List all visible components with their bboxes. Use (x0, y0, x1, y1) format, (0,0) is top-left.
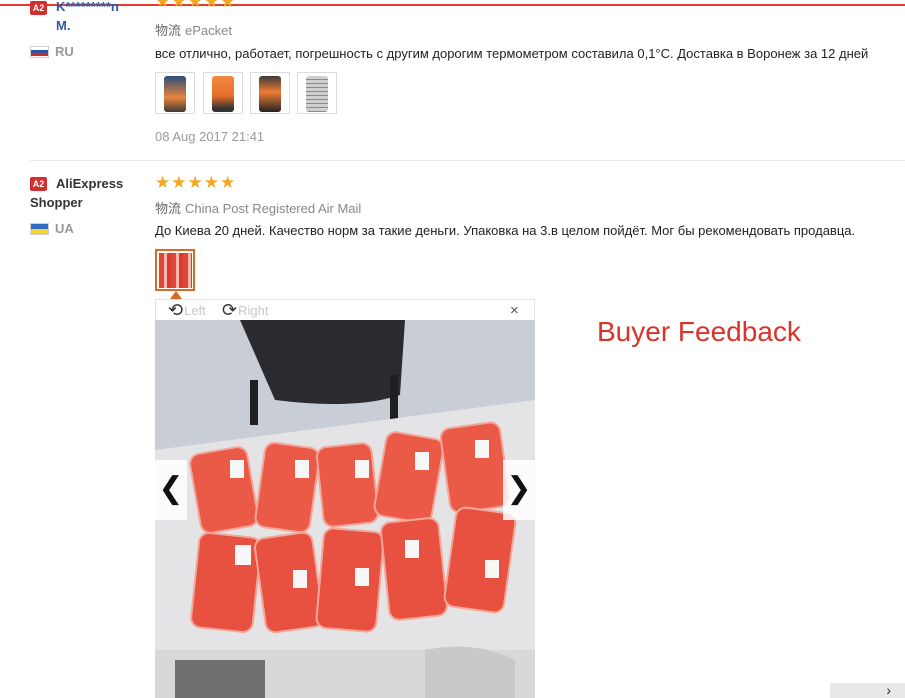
rotate-left-icon: ⟲ (168, 300, 184, 320)
packages-photo-illustration (155, 320, 535, 698)
selected-thumb-pointer (170, 291, 182, 299)
ukraine-flag-icon (30, 222, 49, 235)
review-photo-thumb-1[interactable] (155, 72, 195, 114)
rating-stars-1: ★★★★★ (155, 0, 237, 11)
review-date-1: 08 Aug 2017 21:41 (155, 129, 265, 144)
image-viewer-toolbar: ⟲ Left ⟳ Right (155, 299, 535, 320)
review-divider (30, 160, 905, 161)
buyer-name-line1: AliExpress (56, 176, 124, 191)
review-text-2: До Киева 20 дней. Качество норм за такие… (155, 223, 856, 238)
buyer-level-badge: A2 (30, 1, 47, 15)
shipping-label: 物流 (155, 23, 182, 38)
prev-photo-button[interactable]: ❮ (155, 460, 187, 520)
shipping-info-1: 物流 ePacket (155, 20, 232, 39)
review-photo-thumb-selected[interactable] (155, 249, 195, 291)
country-code: UA (55, 221, 74, 236)
russia-flag-icon (30, 45, 49, 58)
country-code: RU (55, 44, 74, 59)
next-photo-button[interactable]: ❯ (503, 460, 535, 520)
shipping-info-2: 物流 China Post Registered Air Mail (155, 198, 361, 217)
rotate-right-icon: ⟳ (222, 300, 238, 320)
buyer-country-2: UA (30, 221, 74, 236)
shipping-label: 物流 (155, 201, 182, 216)
buyer-name-1[interactable]: K*********n M. (56, 0, 136, 35)
buyer-country-1: RU (30, 44, 74, 59)
buyer-level-badge: A2 (30, 177, 47, 191)
review-text-1: все отлично, работает, погрешность с дру… (155, 46, 869, 61)
review-photo-thumb-2[interactable] (203, 72, 243, 114)
buyer-name-line2: Shopper (30, 195, 83, 210)
rotate-right-button[interactable]: ⟳ Right (222, 301, 268, 319)
close-viewer-button[interactable]: × (510, 302, 519, 319)
review-photo-thumb-3[interactable] (250, 72, 290, 114)
review-photo-thumb-4[interactable] (297, 72, 337, 114)
rating-stars-2: ★★★★★ (155, 173, 237, 192)
review-photo-large (155, 320, 535, 698)
scroll-corner-button[interactable]: › (830, 683, 905, 698)
shipping-method: ePacket (185, 23, 232, 38)
buyer-feedback-caption: Buyer Feedback (597, 316, 801, 347)
rotate-left-button[interactable]: ⟲ Left (168, 301, 206, 319)
shipping-method: China Post Registered Air Mail (185, 201, 362, 216)
